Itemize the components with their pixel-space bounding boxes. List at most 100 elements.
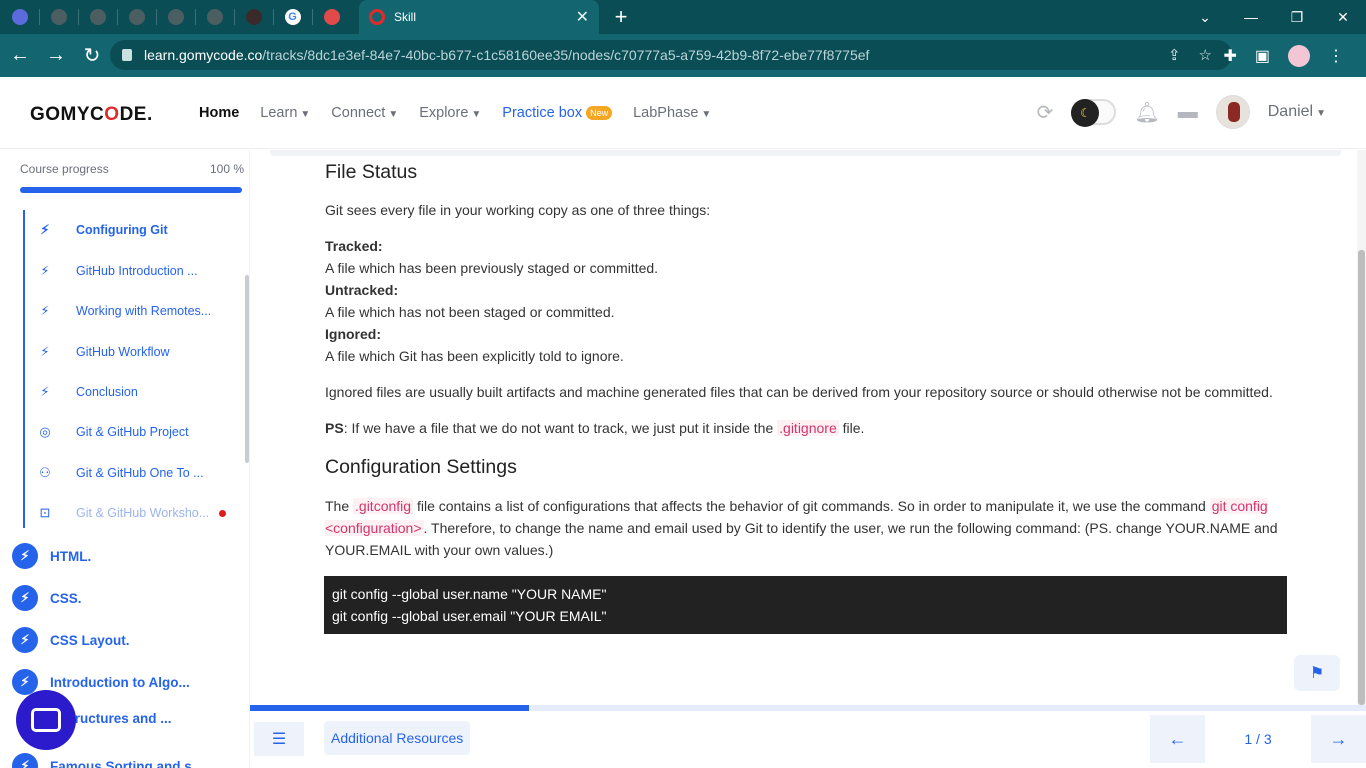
module-sorting[interactable]: ⚡︎ Famous Sorting and s... <box>12 753 203 768</box>
bolt-icon: ⚡︎ <box>40 263 50 278</box>
notification-dot <box>219 509 227 517</box>
user-menu[interactable]: Daniel ▼ <box>1268 103 1326 121</box>
gitignore-code: .gitignore <box>777 420 839 436</box>
sidebar-item-label: GitHub Introduction ... <box>76 264 198 278</box>
dark-mode-toggle[interactable]: ☾ <box>1071 99 1117 127</box>
nav-practice-box[interactable]: Practice box New <box>502 105 613 121</box>
sidebar-item-workshop[interactable]: ⊡ Git & GitHub Worksho... <box>36 505 227 521</box>
sidebar-item-working-remotes[interactable]: ⚡︎ Working with Remotes... <box>36 303 211 319</box>
new-tab-button[interactable]: + <box>608 4 634 30</box>
lesson-footer: ☰ Additional Resources ← 1 / 3 → <box>250 705 1366 768</box>
pinned-tab[interactable] <box>234 0 273 34</box>
refresh-icon[interactable]: ⟳ <box>1037 100 1054 125</box>
prev-page-button[interactable]: ← <box>1150 715 1205 763</box>
pinned-tab[interactable] <box>156 0 195 34</box>
pinned-tab[interactable] <box>195 0 234 34</box>
additional-resources-button[interactable]: Additional Resources <box>324 721 471 755</box>
bell-icon[interactable]: 🔔︎ <box>1134 100 1159 125</box>
pinned-tab[interactable] <box>312 0 351 34</box>
course-progress-label: Course progress <box>20 162 109 176</box>
next-page-button[interactable]: → <box>1311 715 1366 763</box>
nav-home[interactable]: Home <box>199 105 239 121</box>
pinned-tab[interactable] <box>78 0 117 34</box>
nav-labphase[interactable]: LabPhase ▼ <box>633 105 711 121</box>
cfg-text-b: file contains a list of configurations t… <box>413 498 1210 514</box>
nav-explore[interactable]: Explore ▼ <box>419 105 481 121</box>
pinned-tab[interactable]: G <box>273 0 312 34</box>
gomycode-logo[interactable]: GOMYCODE. <box>30 104 153 126</box>
report-flag-button[interactable]: ⚑ <box>1294 655 1340 691</box>
code-block: git config --global user.name "YOUR NAME… <box>324 576 1287 634</box>
content-top-strip <box>270 150 1341 156</box>
lesson-progress-fill <box>250 705 529 711</box>
page-indicator: 1 / 3 <box>1207 715 1309 763</box>
ignored-text: A file which Git has been explicitly tol… <box>325 348 624 364</box>
module-label: CSS Layout. <box>50 632 130 648</box>
nav-connect[interactable]: Connect ▼ <box>331 105 398 121</box>
url-path: /tracks/8dc1e3ef-84e7-40bc-b677-c1c58160… <box>262 47 870 63</box>
forward-button[interactable]: → <box>40 40 72 72</box>
restore-button[interactable]: ❐ <box>1274 0 1320 34</box>
chat-bubble-icon <box>31 708 61 732</box>
nav-connect-label: Connect <box>331 105 386 121</box>
menu-icon[interactable]: ⋮ <box>1328 46 1344 66</box>
ps-label: PS <box>325 420 344 436</box>
site-icon <box>245 9 262 25</box>
bolt-icon: ⚡︎ <box>40 222 50 237</box>
extensions-icon[interactable]: ✚ <box>1223 46 1236 66</box>
module-css-layout[interactable]: ⚡︎ CSS Layout. <box>12 627 130 653</box>
pinned-tab[interactable] <box>0 0 39 34</box>
sidebar-scrollbar[interactable] <box>245 275 249 463</box>
globe-icon <box>89 9 106 25</box>
close-tab-icon[interactable]: ✕ <box>576 7 589 27</box>
live-chat-button[interactable] <box>16 690 76 750</box>
sidebar-item-project[interactable]: ◎ Git & GitHub Project <box>36 424 188 440</box>
code-line: git config --global user.email "YOUR EMA… <box>332 608 607 624</box>
page-scrollbar[interactable] <box>1357 150 1366 705</box>
module-label: Famous Sorting and s... <box>50 758 204 768</box>
url-field[interactable]: learn.gomycode.co /tracks/8dc1e3ef-84e7-… <box>110 40 1232 70</box>
sidebar-item-conclusion[interactable]: ⚡︎ Conclusion <box>36 384 137 400</box>
header-actions: ⟳ ☾ 🔔︎ ▬ Daniel ▼ <box>1037 95 1326 129</box>
pinned-tab[interactable] <box>117 0 156 34</box>
sidebar-item-one-to-one[interactable]: ⚇ Git & GitHub One To ... <box>36 465 204 481</box>
lesson-progress-bar <box>250 705 1366 711</box>
sidebar-item-label: GitHub Workflow <box>76 345 170 359</box>
bookmark-star-icon[interactable]: ☆ <box>1199 46 1212 64</box>
main-nav: Home Learn ▼ Connect ▼ Explore ▼ Practice b… <box>199 105 711 121</box>
tracked-title: Tracked: <box>325 238 383 254</box>
section-heading-file-status: File Status <box>325 161 418 183</box>
active-tab[interactable]: Skill ✕ <box>359 0 599 34</box>
url-actions: ⇪ ☆ <box>1168 46 1212 64</box>
reload-button[interactable]: ↻ <box>76 40 108 72</box>
lock-icon <box>122 49 132 61</box>
flag-icon: ⚑ <box>1309 665 1325 682</box>
nav-learn[interactable]: Learn ▼ <box>260 105 310 121</box>
sidebar-item-github-intro[interactable]: ⚡︎ GitHub Introduction ... <box>36 263 198 279</box>
target-icon: ◎ <box>39 424 51 439</box>
tab-search-icon[interactable]: ⌄ <box>1182 0 1228 34</box>
sidebar-item-configuring-git[interactable]: ⚡︎ Configuring Git <box>36 222 167 238</box>
intro-paragraph: Git sees every file in your working copy… <box>325 202 711 218</box>
module-css[interactable]: ⚡︎ CSS. <box>12 585 82 611</box>
toc-button[interactable]: ☰ <box>254 722 304 756</box>
people-icon: ⚇ <box>39 465 51 480</box>
bolt-icon: ⚡︎ <box>40 344 50 359</box>
minimize-button[interactable]: — <box>1228 0 1274 34</box>
sidepanel-icon[interactable]: ▣ <box>1255 46 1270 66</box>
share-icon[interactable]: ⇪ <box>1168 46 1181 64</box>
module-html[interactable]: ⚡︎ HTML. <box>12 543 91 569</box>
back-button[interactable]: ← <box>4 40 36 72</box>
pinned-tab[interactable] <box>39 0 78 34</box>
sidebar-item-label: Git & GitHub One To ... <box>76 466 204 480</box>
close-window-button[interactable]: ✕ <box>1320 0 1366 34</box>
nav-learn-label: Learn <box>260 105 298 121</box>
gomycode-favicon-icon <box>369 9 385 25</box>
profile-avatar[interactable] <box>1288 44 1310 67</box>
sidebar-item-label: Git & GitHub Worksho... <box>76 506 210 520</box>
chat-icon[interactable]: ▬ <box>1178 101 1198 124</box>
bolt-icon: ⚡︎ <box>40 384 50 399</box>
page-scrollbar-thumb[interactable] <box>1358 250 1365 705</box>
sidebar-item-github-workflow[interactable]: ⚡︎ GitHub Workflow <box>36 344 170 360</box>
user-avatar[interactable] <box>1215 95 1250 129</box>
